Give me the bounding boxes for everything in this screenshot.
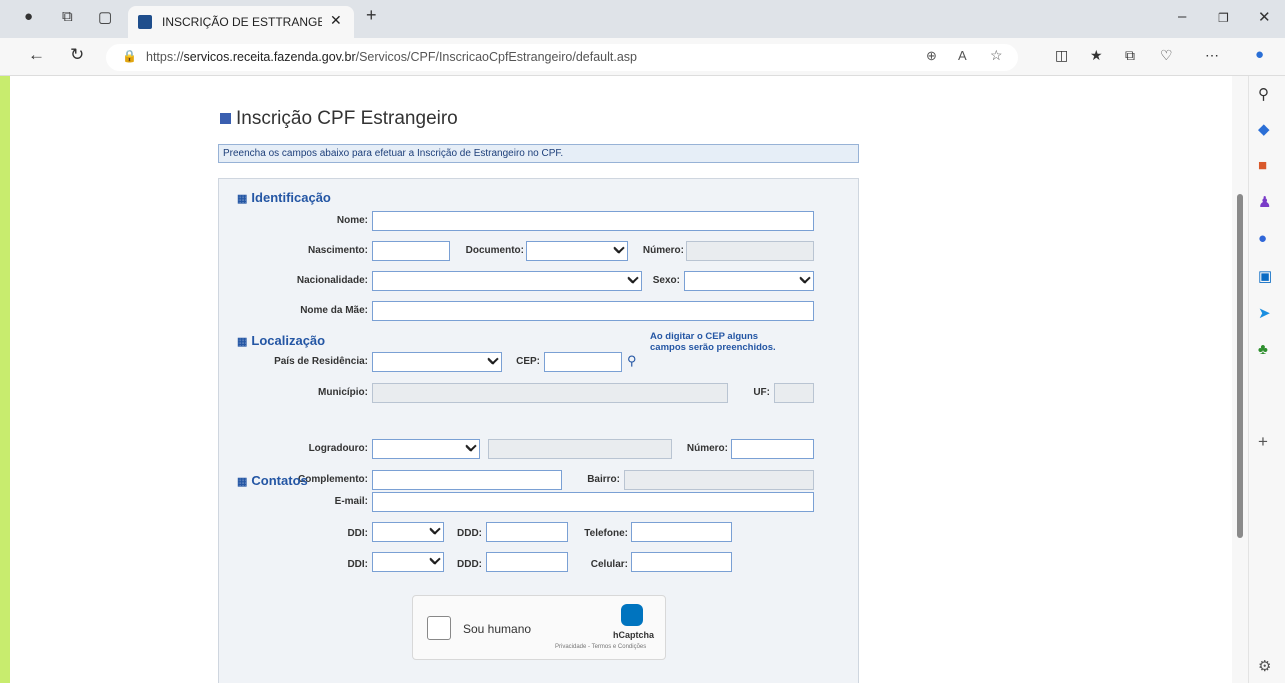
page-title: Inscrição CPF Estrangeiro [220,108,458,130]
instruction-bar: Preencha os campos abaixo para efetuar a… [218,144,859,163]
favorite-star-icon[interactable]: ☆ [990,47,1003,64]
label-numero: Número: [642,245,684,256]
outlook-icon[interactable]: ▣ [1258,267,1272,285]
profile-icon[interactable]: ● [24,8,33,25]
read-aloud-icon[interactable]: A [958,48,967,63]
section-contatos: ▦ Contatos [237,473,308,488]
browser-tab[interactable]: INSCRIÇÃO DE ESTTRANGEIRO N ✕ [128,6,354,38]
nome-input[interactable] [372,211,814,231]
label-ddi-1: DDI: [347,528,368,539]
health-icon[interactable]: ♡ [1160,47,1173,64]
captcha-brand: hCaptcha [613,630,655,640]
shopping-icon[interactable]: ◆ [1258,120,1270,138]
email-input[interactable] [372,492,814,512]
label-documento: Documento: [465,245,524,256]
zoom-icon[interactable]: ⊕ [926,48,937,64]
tab-actions-icon[interactable]: ▢ [98,8,112,26]
label-ddd-2: DDD: [457,559,482,570]
label-nome-mae: Nome da Mãe: [300,305,368,316]
complemento-input[interactable] [372,470,562,490]
settings-gear-icon[interactable]: ⚙ [1258,657,1271,675]
more-icon[interactable]: ⋯ [1205,47,1219,64]
url-path: /Servicos/CPF/InscricaoCpfEstrangeiro/de… [355,50,637,64]
url-domain: servicos.receita.fazenda.gov.br [183,50,356,64]
back-icon[interactable]: ← [28,45,45,65]
label-numero-end: Número: [686,443,728,454]
label-logradouro: Logradouro: [308,443,368,454]
nascimento-input[interactable] [372,241,450,261]
page-title-text: Inscrição CPF Estrangeiro [236,108,458,129]
nome-mae-input[interactable] [372,301,814,321]
add-icon[interactable]: + [1258,432,1268,452]
label-pais: País de Residência: [274,356,368,367]
label-cep: CEP: [516,356,540,367]
search-icon[interactable]: ⚲ [1258,85,1269,103]
lock-icon: 🔒 [122,49,137,63]
captcha-checkbox[interactable] [427,616,451,640]
label-nacionalidade: Nacionalidade: [296,275,368,286]
section-identificacao: ▦ Identificação [237,190,331,205]
office-icon[interactable]: ● [1258,230,1267,247]
telefone-input[interactable] [631,522,732,542]
favicon-icon [138,15,152,29]
minimize-icon[interactable]: – [1178,8,1186,25]
ddd-telefone-input[interactable] [486,522,568,542]
games-icon[interactable]: ♟ [1258,193,1271,211]
split-screen-icon[interactable]: ◫ [1055,47,1068,64]
copilot-icon[interactable]: ● [1255,46,1264,63]
scrollbar[interactable] [1232,76,1248,683]
label-municipio: Município: [318,387,368,398]
municipio-input[interactable] [372,383,728,403]
section-localizacao: ▦ Localização [237,333,326,348]
pais-select[interactable] [372,352,502,372]
label-nome: Nome: [336,215,368,226]
tree-icon[interactable]: ♣ [1258,341,1268,358]
label-email: E-mail: [334,496,368,507]
hcaptcha-logo-icon [621,604,643,626]
logradouro-input[interactable] [488,439,672,459]
refresh-icon[interactable]: ↻ [70,45,84,65]
label-ddi-2: DDI: [347,559,368,570]
hcaptcha-widget: Sou humano hCaptcha Privacidade - Termos… [412,595,666,660]
nacionalidade-select[interactable] [372,271,642,291]
favorites-icon[interactable]: ★ [1090,47,1103,64]
tools-icon[interactable]: ■ [1258,157,1267,174]
captcha-links[interactable]: Privacidade - Termos e Condições [555,644,665,650]
sexo-select[interactable] [684,271,814,291]
ddi-telefone-select[interactable] [372,522,444,542]
label-sexo: Sexo: [652,275,680,286]
cep-note: Ao digitar o CEP alguns campos serão pree… [650,331,776,353]
label-telefone: Telefone: [584,528,628,539]
label-celular: Celular: [590,559,628,570]
celular-input[interactable] [631,552,732,572]
uf-input[interactable] [774,383,814,403]
workspaces-icon[interactable]: ⧉ [62,8,73,25]
label-bairro: Bairro: [587,474,620,485]
address-bar[interactable]: 🔒 https://servicos.receita.fazenda.gov.b… [106,44,1018,71]
documento-select[interactable] [526,241,628,261]
url-prefix: https:// [146,50,184,64]
captcha-label: Sou humano [463,622,532,636]
scrollbar-thumb[interactable] [1237,194,1243,538]
label-ddd-1: DDD: [457,528,482,539]
ddi-celular-select[interactable] [372,552,444,572]
tab-title: INSCRIÇÃO DE ESTTRANGEIRO N [162,15,322,29]
logradouro-select[interactable] [372,439,480,459]
label-nascimento: Nascimento: [307,245,368,256]
collections-icon[interactable]: ⧉ [1125,47,1135,64]
bairro-input[interactable] [624,470,814,490]
numero-documento-input[interactable] [686,241,814,261]
send-icon[interactable]: ➤ [1258,304,1271,322]
cep-search-icon[interactable]: ⚲ [627,353,637,369]
ddd-celular-input[interactable] [486,552,568,572]
close-window-icon[interactable]: ✕ [1258,8,1271,26]
restore-icon[interactable]: ❐ [1218,11,1229,25]
numero-endereco-input[interactable] [731,439,814,459]
new-tab-icon[interactable]: + [366,5,377,26]
cep-input[interactable] [544,352,622,372]
label-uf: UF: [753,387,770,398]
close-tab-icon[interactable]: ✕ [330,12,342,29]
